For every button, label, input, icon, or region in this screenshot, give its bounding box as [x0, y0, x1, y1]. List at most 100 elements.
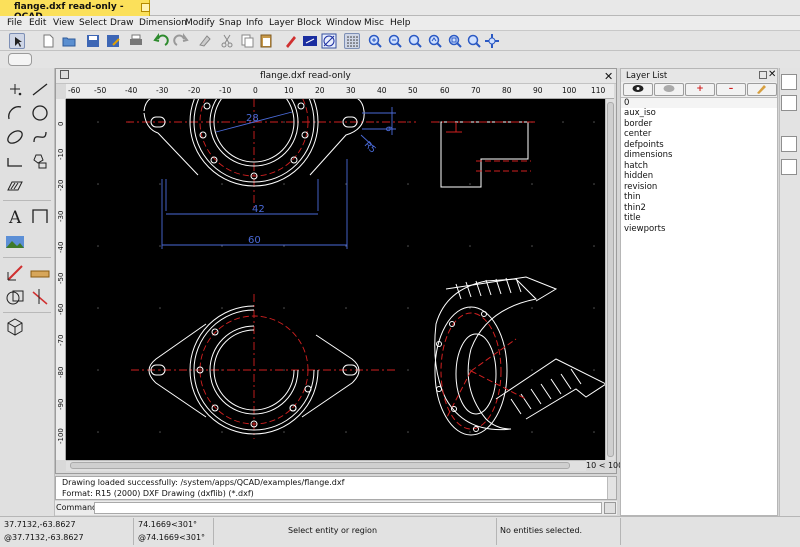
ruler-tick: 60 — [440, 86, 450, 95]
snap-tool-icon[interactable] — [29, 262, 51, 284]
menu-block[interactable]: Block — [297, 18, 321, 28]
layer-item[interactable]: 0 — [624, 98, 629, 108]
close-icon[interactable]: ✕ — [604, 70, 613, 83]
circle-icon[interactable] — [321, 33, 337, 49]
layer-item[interactable]: hidden — [624, 171, 653, 181]
image-tool-icon[interactable] — [4, 231, 26, 253]
zoom-previous-icon[interactable] — [427, 33, 443, 49]
layer-item[interactable]: revision — [624, 182, 657, 192]
layer-list-tab-icon[interactable] — [781, 74, 797, 90]
menu-dimension[interactable]: Dimension — [139, 18, 187, 28]
menu-view[interactable]: View — [53, 18, 74, 28]
ellipse-tool-icon[interactable] — [4, 126, 26, 148]
ruler-tick: 0 — [253, 86, 258, 95]
clear-icon[interactable] — [197, 33, 213, 49]
ruler-tick: 70 — [471, 86, 481, 95]
dimension-tool-icon[interactable] — [29, 205, 51, 227]
new-document-icon[interactable] — [40, 33, 56, 49]
arc-tool-icon[interactable] — [4, 102, 26, 124]
layer-color-icon[interactable] — [302, 33, 318, 49]
close-panel-icon[interactable]: ✕ — [768, 69, 776, 80]
vertical-scroll-thumb[interactable] — [607, 102, 614, 457]
paste-icon[interactable] — [258, 33, 274, 49]
window-menu-icon[interactable] — [60, 70, 69, 79]
layer-item[interactable]: border — [624, 119, 652, 129]
command-input[interactable] — [94, 502, 602, 514]
bottom-flange-view — [131, 294, 396, 439]
print-icon[interactable] — [128, 33, 144, 49]
zoom-out-icon[interactable] — [387, 33, 403, 49]
layer-item[interactable]: dimensions — [624, 150, 672, 160]
shape-tool-icon[interactable] — [29, 150, 51, 172]
menu-file[interactable]: File — [7, 18, 22, 28]
line-tool-icon[interactable] — [29, 78, 51, 100]
point-tool-icon[interactable] — [4, 78, 26, 100]
save-icon[interactable] — [85, 33, 101, 49]
show-all-layers-button[interactable] — [623, 83, 653, 96]
zoom-pan-icon[interactable] — [466, 33, 482, 49]
horizontal-scroll-thumb[interactable] — [70, 462, 570, 469]
ruler-tick: -50 — [94, 86, 107, 95]
menu-modify[interactable]: Modify — [185, 18, 215, 28]
polyline-tool-icon[interactable] — [4, 150, 26, 172]
property-editor-tab-icon[interactable] — [781, 136, 797, 152]
circle-tool-icon[interactable] — [29, 102, 51, 124]
layer-item[interactable]: thin2 — [624, 203, 646, 213]
menu-layer[interactable]: Layer — [269, 18, 294, 28]
menu-window[interactable]: Window — [326, 18, 362, 28]
layer-item[interactable]: center — [624, 129, 651, 139]
menu-help[interactable]: Help — [390, 18, 411, 28]
block-tool-icon[interactable] — [4, 316, 26, 338]
drawing-canvas[interactable]: 28 42 60 6 R5 — [66, 99, 605, 460]
ruler-tick: 30 — [346, 86, 356, 95]
absolute-coordinate: 37.7132,-63.8627 — [4, 520, 76, 529]
layer-item[interactable]: defpoints — [624, 140, 664, 150]
menu-edit[interactable]: Edit — [29, 18, 46, 28]
selected-layer-highlight — [621, 98, 777, 108]
layer-item[interactable]: title — [624, 213, 641, 223]
zoom-in-icon[interactable] — [367, 33, 383, 49]
layer-item[interactable]: hatch — [624, 161, 648, 171]
options-toolbar-handle[interactable] — [8, 53, 32, 66]
open-folder-icon[interactable] — [61, 33, 77, 49]
select-arrow-icon[interactable] — [9, 33, 25, 49]
layer-item[interactable]: viewports — [624, 224, 665, 234]
add-layer-button[interactable]: + — [685, 83, 715, 96]
window-restore-icon[interactable] — [141, 3, 150, 12]
copy-icon[interactable] — [239, 33, 255, 49]
ruler-tick: -60 — [57, 303, 65, 315]
zoom-selection-icon[interactable] — [484, 33, 500, 49]
modify-tool-icon[interactable] — [4, 262, 26, 284]
command-options-button[interactable] — [604, 502, 616, 514]
library-browser-tab-icon[interactable] — [781, 159, 797, 175]
info-tool-icon[interactable] — [4, 286, 26, 308]
hide-all-layers-button[interactable] — [654, 83, 684, 96]
grid-icon[interactable] — [344, 33, 360, 49]
ruler-tick: -40 — [125, 86, 138, 95]
trim-tool-icon[interactable] — [29, 286, 51, 308]
spline-tool-icon[interactable] — [29, 126, 51, 148]
history-scrollbar[interactable] — [607, 477, 616, 499]
zoom-auto-icon[interactable] — [407, 33, 423, 49]
save-as-icon[interactable] — [105, 33, 121, 49]
eye-icon — [632, 85, 644, 92]
remove-layer-button[interactable]: – — [716, 83, 746, 96]
zoom-window-icon[interactable] — [447, 33, 463, 49]
edit-layer-button[interactable] — [747, 83, 777, 96]
layer-item[interactable]: aux_iso — [624, 108, 656, 118]
layer-item[interactable]: thin — [624, 192, 640, 202]
undo-icon[interactable] — [153, 33, 169, 49]
block-list-tab-icon[interactable] — [781, 95, 797, 111]
redo-icon[interactable] — [173, 33, 189, 49]
pen-icon[interactable] — [283, 33, 299, 49]
menu-select[interactable]: Select — [79, 18, 107, 28]
menu-draw[interactable]: Draw — [110, 18, 134, 28]
menu-info[interactable]: Info — [246, 18, 263, 28]
hatch-tool-icon[interactable] — [4, 174, 26, 196]
cut-icon[interactable] — [219, 33, 235, 49]
text-tool-icon[interactable]: A — [4, 205, 26, 227]
float-panel-icon[interactable] — [759, 71, 767, 79]
pencil-icon — [757, 85, 766, 94]
menu-snap[interactable]: Snap — [219, 18, 242, 28]
menu-misc[interactable]: Misc — [364, 18, 384, 28]
